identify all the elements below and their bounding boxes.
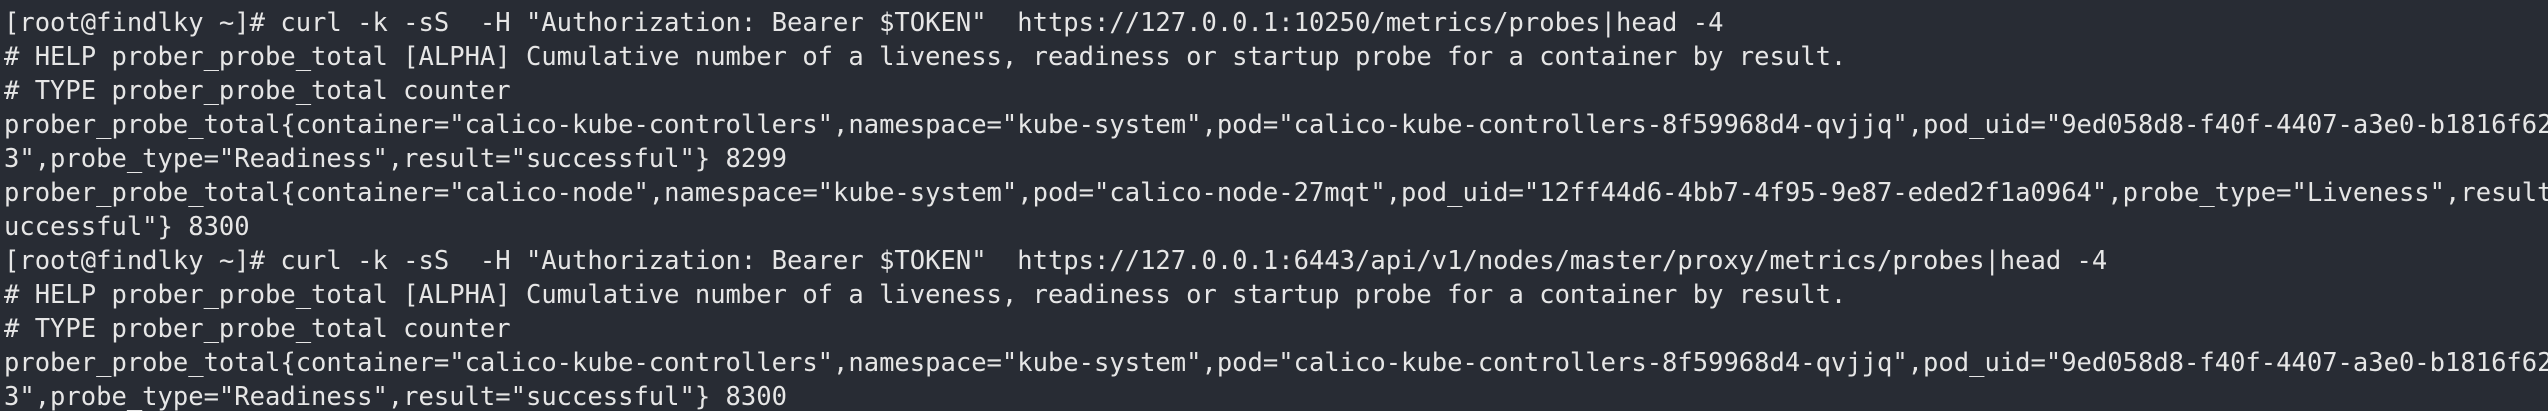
output-line: uccessful"} 8300	[4, 212, 250, 242]
command-prompt-line: [root@findlky ~]# curl -k -sS -H "Author…	[4, 8, 1724, 38]
terminal-window[interactable]: [root@findlky ~]# curl -k -sS -H "Author…	[0, 0, 2548, 411]
output-line: # HELP prober_probe_total [ALPHA] Cumula…	[4, 42, 1847, 72]
output-line: # HELP prober_probe_total [ALPHA] Cumula…	[4, 280, 1847, 310]
output-line: prober_probe_total{container="calico-nod…	[4, 178, 2548, 208]
output-line: # TYPE prober_probe_total counter	[4, 76, 511, 106]
output-line: 3",probe_type="Readiness",result="succes…	[4, 382, 787, 411]
output-line: # TYPE prober_probe_total counter	[4, 314, 511, 344]
command-prompt-line: [root@findlky ~]# curl -k -sS -H "Author…	[4, 246, 2108, 276]
output-line: 3",probe_type="Readiness",result="succes…	[4, 144, 787, 174]
output-line: prober_probe_total{container="calico-kub…	[4, 110, 2548, 140]
output-line: prober_probe_total{container="calico-kub…	[4, 348, 2548, 378]
